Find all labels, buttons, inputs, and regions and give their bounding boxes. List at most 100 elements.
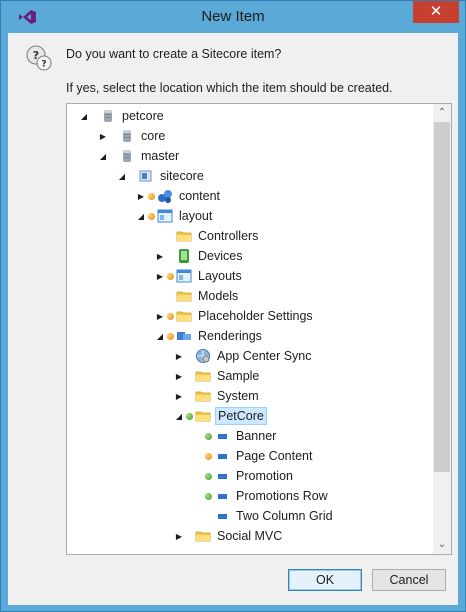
instruction-text: If yes, select the location which the it…	[66, 81, 393, 95]
collapsed-arrow-icon[interactable]: ▶	[172, 392, 186, 401]
collapsed-arrow-icon[interactable]: ▶	[96, 132, 110, 141]
devices-icon	[176, 248, 192, 264]
expanded-arrow-icon[interactable]: ◢	[153, 332, 167, 341]
vertical-scrollbar[interactable]: ⌃ ⌄	[433, 104, 451, 554]
title-bar[interactable]: New Item ✕	[1, 1, 465, 33]
svg-text:?: ?	[41, 60, 46, 70]
tree-node-layout[interactable]: ◢ layout	[134, 206, 214, 226]
expanded-arrow-icon[interactable]: ◢	[77, 112, 91, 121]
question-text: Do you want to create a Sitecore item?	[66, 47, 282, 61]
folder-icon	[176, 308, 192, 324]
collapsed-arrow-icon[interactable]: ▶	[172, 352, 186, 361]
globe-icon	[195, 348, 211, 364]
collapsed-arrow-icon[interactable]: ▶	[134, 192, 148, 201]
expanded-arrow-icon[interactable]: ◢	[134, 212, 148, 221]
green-status-icon	[205, 432, 212, 440]
cancel-button[interactable]: Cancel	[372, 569, 446, 591]
orange-status-icon	[205, 452, 212, 460]
tree-node-core[interactable]: ▶ core	[96, 126, 167, 146]
layout-icon	[157, 208, 173, 224]
green-status-icon	[186, 412, 193, 420]
folder-icon	[176, 288, 192, 304]
tree-node-label: Sample	[217, 369, 260, 383]
scroll-down-button[interactable]: ⌄	[433, 536, 451, 554]
tree-node-models[interactable]: Models	[153, 286, 240, 306]
collapsed-arrow-icon[interactable]: ▶	[153, 272, 167, 281]
scroll-up-button[interactable]: ⌃	[433, 104, 451, 122]
tree-node-label: content	[179, 189, 221, 203]
tree-node-label: Banner	[236, 429, 277, 443]
tree-node-placeholder-settings[interactable]: ▶ Placeholder Settings	[153, 306, 315, 326]
close-button[interactable]: ✕	[413, 1, 459, 23]
tree-node-label: petcore	[122, 109, 164, 123]
tree-viewport: ◢ petcore ▶ core ◢ master ◢ sitecore ▶ content ◢ la…	[67, 104, 433, 554]
tree-node-label: Promotions Row	[236, 489, 328, 503]
tree-node-renderings[interactable]: ◢ Renderings	[153, 326, 264, 346]
expanded-arrow-icon[interactable]: ◢	[96, 152, 110, 161]
tree-node-label: sitecore	[160, 169, 204, 183]
dialog-body: ? ? Do you want to create a Sitecore ite…	[8, 33, 458, 605]
tree-node-banner[interactable]: Banner	[191, 426, 278, 446]
rendering-item-icon	[214, 428, 230, 444]
tree-node-sample[interactable]: ▶ Sample	[172, 366, 261, 386]
tree-node-label: layout	[179, 209, 213, 223]
tree-node-label: master	[141, 149, 180, 163]
folder-icon	[195, 408, 211, 424]
expanded-arrow-icon[interactable]: ◢	[115, 172, 129, 181]
orange-status-icon	[148, 212, 155, 220]
tree-node-content[interactable]: ▶ content	[134, 186, 222, 206]
tree-node-label: Placeholder Settings	[198, 309, 313, 323]
folder-icon	[195, 368, 211, 384]
tree-node-app-center-sync[interactable]: ▶ App Center Sync	[172, 346, 314, 366]
tree-node-controllers[interactable]: Controllers	[153, 226, 260, 246]
folder-icon	[195, 528, 211, 544]
ok-button[interactable]: OK	[288, 569, 362, 591]
tree-node-label: Social MVC	[217, 529, 283, 543]
rendering-item-icon	[214, 488, 230, 504]
orange-status-icon	[167, 312, 174, 320]
rendering-item-icon	[214, 508, 230, 524]
collapsed-arrow-icon[interactable]: ▶	[153, 312, 167, 321]
window-title: New Item	[201, 8, 265, 25]
tree-node-label: Renderings	[198, 329, 262, 343]
tree-node-label: PetCore	[215, 407, 267, 425]
tree-node-label: Promotion	[236, 469, 293, 483]
tree-node-layouts[interactable]: ▶ Layouts	[153, 266, 244, 286]
tree-node-petcore[interactable]: ◢ petcore	[77, 106, 166, 126]
tree-node-label: App Center Sync	[217, 349, 312, 363]
renderings-icon	[176, 328, 192, 344]
tree-node-label: Models	[198, 289, 239, 303]
collapsed-arrow-icon[interactable]: ▶	[172, 532, 186, 541]
tree-node-promotions-row[interactable]: Promotions Row	[191, 486, 330, 506]
orange-status-icon	[167, 332, 174, 340]
tree-node-promotion[interactable]: Promotion	[191, 466, 295, 486]
tree-node-two-column-grid[interactable]: Two Column Grid	[191, 506, 335, 526]
tree-node-label: Layouts	[198, 269, 242, 283]
tree-node-page-content[interactable]: Page Content	[191, 446, 314, 466]
dialog-window: New Item ✕ ? ? Do you want to create a S…	[0, 0, 466, 612]
tree-node-master[interactable]: ◢ master	[96, 146, 181, 166]
orange-status-icon	[148, 192, 155, 200]
tree-node-devices[interactable]: ▶ Devices	[153, 246, 244, 266]
item-tree[interactable]: ◢ petcore ▶ core ◢ master ◢ sitecore ▶ content ◢ la…	[66, 103, 452, 555]
tree-node-social-mvc[interactable]: ▶ Social MVC	[172, 526, 284, 546]
tree-node-label: core	[141, 129, 166, 143]
database-icon	[100, 108, 116, 124]
tree-node-label: System	[217, 389, 259, 403]
tree-node-label: Controllers	[198, 229, 259, 243]
tree-node-sitecore[interactable]: ◢ sitecore	[115, 166, 206, 186]
tree-node-label: Devices	[198, 249, 243, 263]
tree-node-system[interactable]: ▶ System	[172, 386, 261, 406]
sitecore-root-icon	[138, 168, 154, 184]
collapsed-arrow-icon[interactable]: ▶	[153, 252, 167, 261]
expanded-arrow-icon[interactable]: ◢	[172, 412, 186, 421]
rendering-item-icon	[214, 468, 230, 484]
tree-node-label: Two Column Grid	[236, 509, 333, 523]
collapsed-arrow-icon[interactable]: ▶	[172, 372, 186, 381]
question-icon: ? ?	[26, 45, 52, 71]
scroll-thumb[interactable]	[434, 122, 450, 472]
green-status-icon	[205, 492, 212, 500]
tree-node-petcore[interactable]: ◢ PetCore	[172, 406, 267, 426]
tree-node-label: Page Content	[236, 449, 313, 463]
database-icon	[119, 128, 135, 144]
